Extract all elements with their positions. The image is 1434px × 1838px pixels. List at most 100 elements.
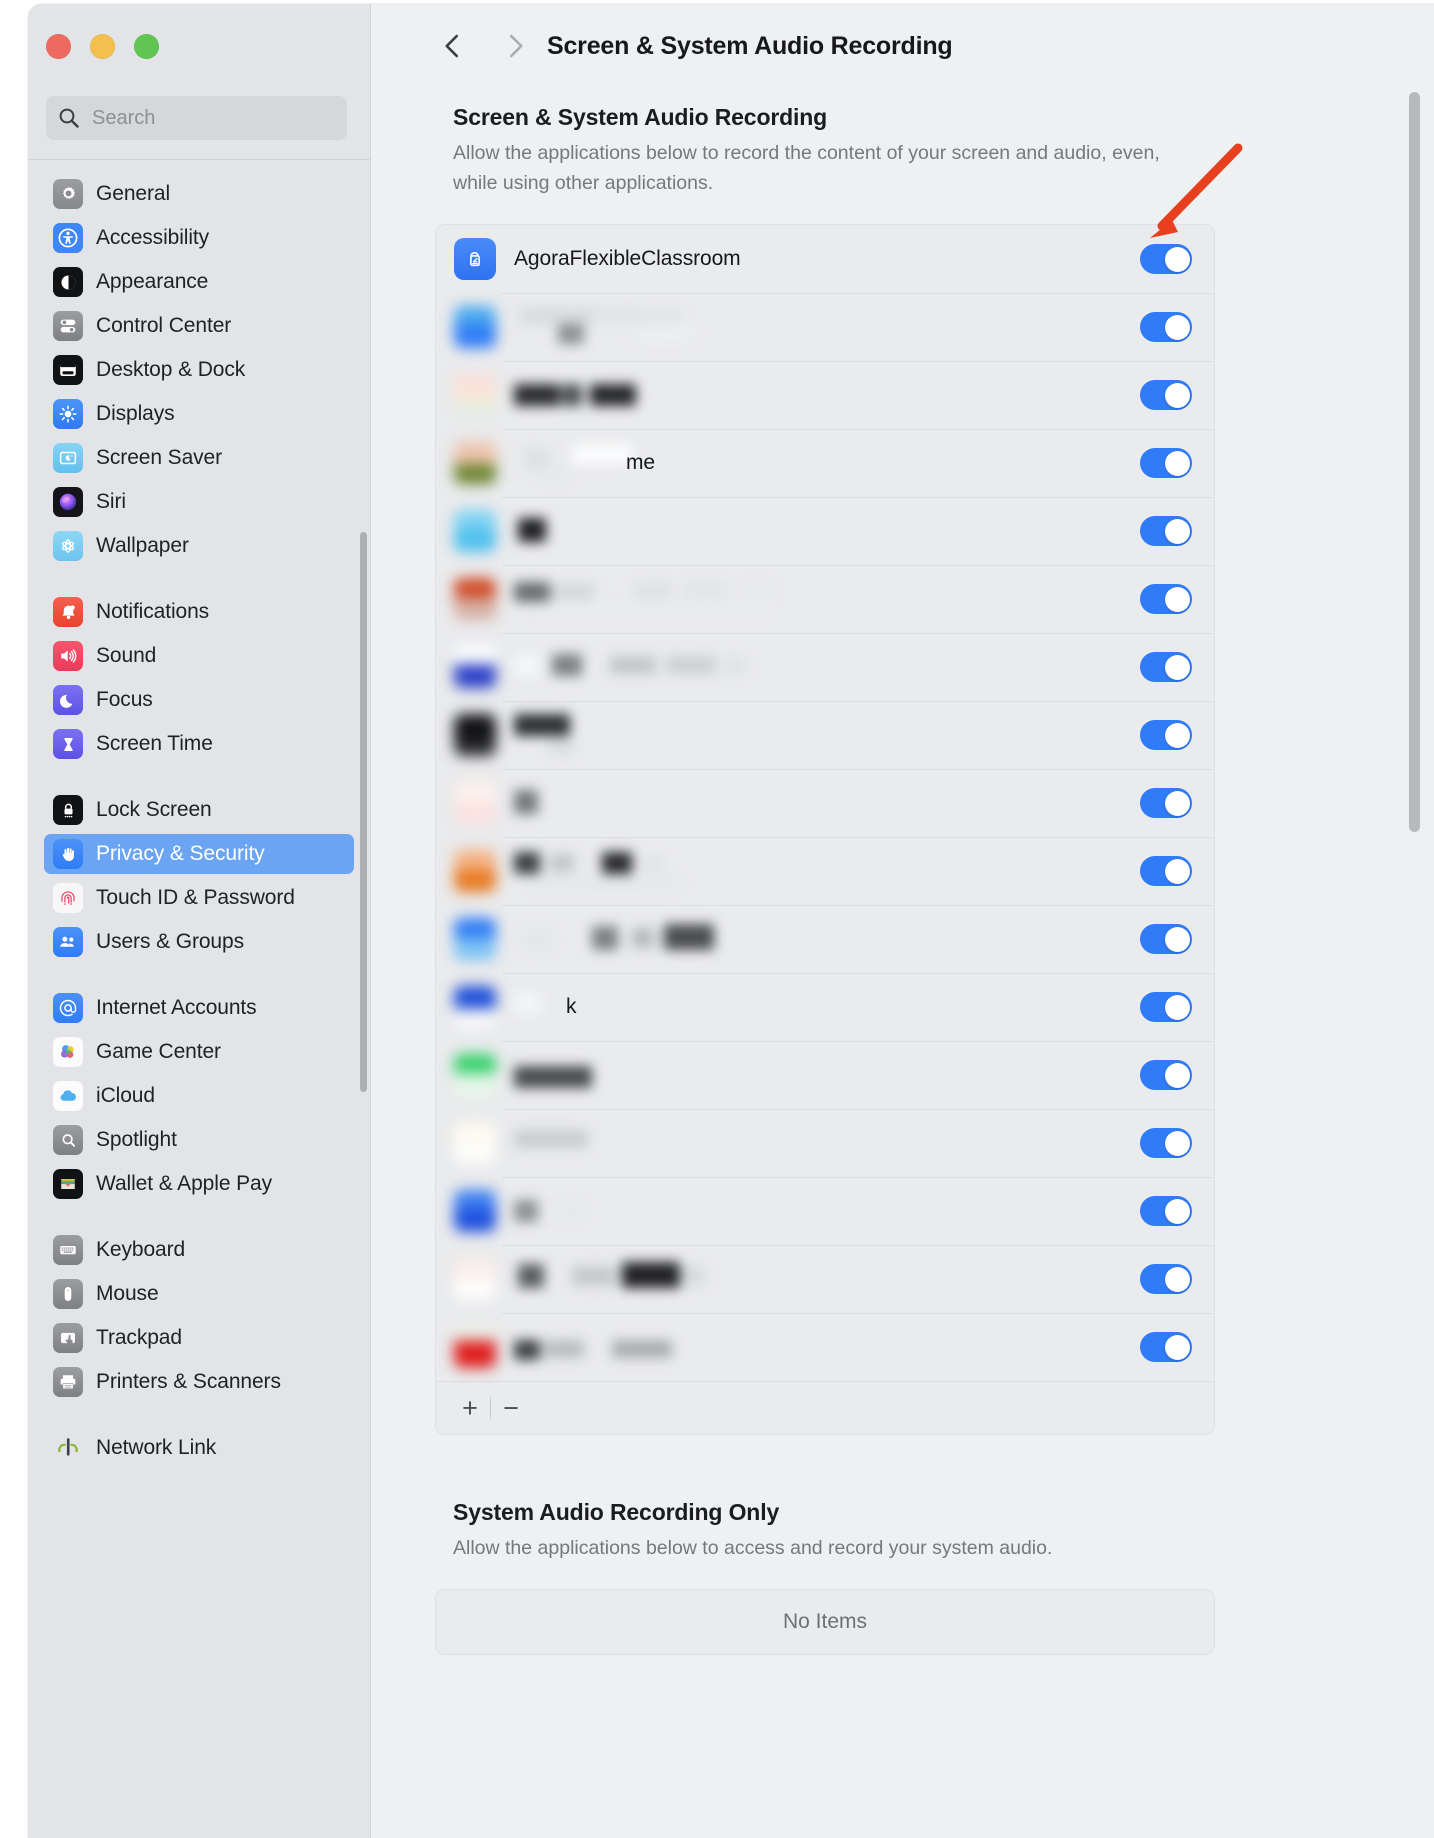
table-row[interactable] <box>436 837 1214 905</box>
table-row[interactable] <box>436 1313 1214 1381</box>
add-app-button[interactable]: + <box>450 1389 490 1427</box>
app-icon-redacted <box>454 1190 496 1232</box>
app-permission-toggle[interactable] <box>1140 244 1192 274</box>
sidebar-item-label: Internet Accounts <box>96 996 257 1019</box>
sidebar-item-icloud[interactable]: iCloud <box>44 1076 354 1116</box>
sidebar-group-2: Notifications Sound Focus Screen Time <box>28 592 370 786</box>
sidebar-item-spotlight[interactable]: Spotlight <box>44 1120 354 1160</box>
table-row[interactable]: k <box>436 973 1214 1041</box>
table-row[interactable] <box>436 701 1214 769</box>
app-permission-toggle[interactable] <box>1140 1264 1192 1294</box>
sidebar-item-lock-screen[interactable]: Lock Screen <box>44 790 354 830</box>
table-row[interactable] <box>436 1041 1214 1109</box>
table-row[interactable] <box>436 1109 1214 1177</box>
hand-icon <box>53 839 83 869</box>
sidebar-item-label: Sound <box>96 644 157 667</box>
app-icon-redacted <box>454 850 496 892</box>
app-permission-toggle[interactable] <box>1140 516 1192 546</box>
app-icon-redacted <box>454 782 496 824</box>
sidebar-item-focus[interactable]: Focus <box>44 680 354 720</box>
table-row[interactable]: me <box>436 429 1214 497</box>
control-center-icon <box>53 311 83 341</box>
table-row[interactable] <box>436 1245 1214 1313</box>
app-permission-toggle[interactable] <box>1140 1060 1192 1090</box>
table-row[interactable] <box>436 1177 1214 1245</box>
sidebar-item-appearance[interactable]: Appearance <box>44 262 354 302</box>
app-name-redacted <box>514 916 1140 962</box>
sidebar-item-displays[interactable]: Displays <box>44 394 354 434</box>
app-permission-toggle[interactable] <box>1140 924 1192 954</box>
sidebar-item-network-link-conditioner[interactable]: Network Link <box>44 1428 354 1468</box>
moon-icon <box>53 685 83 715</box>
app-icon-redacted <box>454 374 496 416</box>
close-button[interactable] <box>46 34 71 59</box>
sidebar-item-label: Spotlight <box>96 1128 177 1151</box>
content-scrollbar[interactable] <box>1409 92 1420 832</box>
sidebar-item-screen-time[interactable]: Screen Time <box>44 724 354 764</box>
sidebar-item-trackpad[interactable]: Trackpad <box>44 1318 354 1358</box>
table-row[interactable] <box>436 905 1214 973</box>
sidebar-item-wallpaper[interactable]: Wallpaper <box>44 526 354 566</box>
app-permission-toggle[interactable] <box>1140 1196 1192 1226</box>
game-center-icon <box>53 1037 83 1067</box>
sidebar-item-label: Wallpaper <box>96 534 189 557</box>
sidebar-item-sound[interactable]: Sound <box>44 636 354 676</box>
sidebar-item-screen-saver[interactable]: Screen Saver <box>44 438 354 478</box>
sidebar-item-label: Trackpad <box>96 1326 182 1349</box>
system-audio-empty-list: No Items <box>435 1589 1215 1655</box>
minimize-button[interactable] <box>90 34 115 59</box>
sidebar-item-label: Appearance <box>96 270 209 293</box>
app-permission-toggle[interactable] <box>1140 1332 1192 1362</box>
table-row[interactable]: AgoraFlexibleClassroom <box>436 225 1214 293</box>
sidebar-item-desktop-dock[interactable]: Desktop & Dock <box>44 350 354 390</box>
table-row[interactable] <box>436 633 1214 701</box>
remove-app-button[interactable]: − <box>491 1389 531 1427</box>
wallet-icon <box>53 1169 83 1199</box>
sidebar-item-siri[interactable]: Siri <box>44 482 354 522</box>
table-row[interactable] <box>436 769 1214 837</box>
sidebar-item-general[interactable]: General <box>44 174 354 214</box>
sidebar-item-internet-accounts[interactable]: Internet Accounts <box>44 988 354 1028</box>
app-permission-toggle[interactable] <box>1140 652 1192 682</box>
forward-button[interactable] <box>495 28 535 68</box>
table-row[interactable] <box>436 565 1214 633</box>
zoom-button[interactable] <box>134 34 159 59</box>
app-permission-toggle[interactable] <box>1140 856 1192 886</box>
sidebar-scrollbar[interactable] <box>360 532 367 1092</box>
sidebar-item-game-center[interactable]: Game Center <box>44 1032 354 1072</box>
back-button[interactable] <box>433 28 473 68</box>
printer-icon <box>53 1367 83 1397</box>
app-name-redacted <box>514 712 1140 758</box>
app-permission-toggle[interactable] <box>1140 788 1192 818</box>
app-permission-toggle[interactable] <box>1140 312 1192 342</box>
app-permission-toggle[interactable] <box>1140 380 1192 410</box>
sidebar-item-keyboard[interactable]: Keyboard <box>44 1230 354 1270</box>
sidebar-item-mouse[interactable]: Mouse <box>44 1274 354 1314</box>
sidebar-item-privacy-security[interactable]: Privacy & Security <box>44 834 354 874</box>
sidebar-group-1: General Accessibility Appearance Control… <box>28 174 370 588</box>
search-box[interactable] <box>46 96 347 140</box>
app-permission-toggle[interactable] <box>1140 584 1192 614</box>
app-permission-toggle[interactable] <box>1140 992 1192 1022</box>
search-input[interactable] <box>90 105 334 131</box>
app-name: me <box>626 451 655 474</box>
sidebar-item-users-groups[interactable]: Users & Groups <box>44 922 354 962</box>
app-permission-toggle[interactable] <box>1140 720 1192 750</box>
sidebar-item-wallet-apple-pay[interactable]: Wallet & Apple Pay <box>44 1164 354 1204</box>
sidebar-item-label: Keyboard <box>96 1238 186 1261</box>
table-row[interactable] <box>436 293 1214 361</box>
table-row[interactable] <box>436 361 1214 429</box>
sidebar-item-touch-id-password[interactable]: Touch ID & Password <box>44 878 354 918</box>
app-permission-toggle[interactable] <box>1140 1128 1192 1158</box>
app-icon-redacted <box>454 1054 496 1096</box>
sidebar-item-label: Network Link <box>96 1436 217 1459</box>
system-settings-window: General Accessibility Appearance <box>28 4 1434 1838</box>
agora-app-icon <box>454 238 496 280</box>
mouse-icon <box>53 1279 83 1309</box>
sidebar-item-control-center[interactable]: Control Center <box>44 306 354 346</box>
sidebar-item-printers-scanners[interactable]: Printers & Scanners <box>44 1362 354 1402</box>
sidebar-item-notifications[interactable]: Notifications <box>44 592 354 632</box>
sidebar-item-accessibility[interactable]: Accessibility <box>44 218 354 258</box>
app-permission-toggle[interactable] <box>1140 448 1192 478</box>
table-row[interactable] <box>436 497 1214 565</box>
